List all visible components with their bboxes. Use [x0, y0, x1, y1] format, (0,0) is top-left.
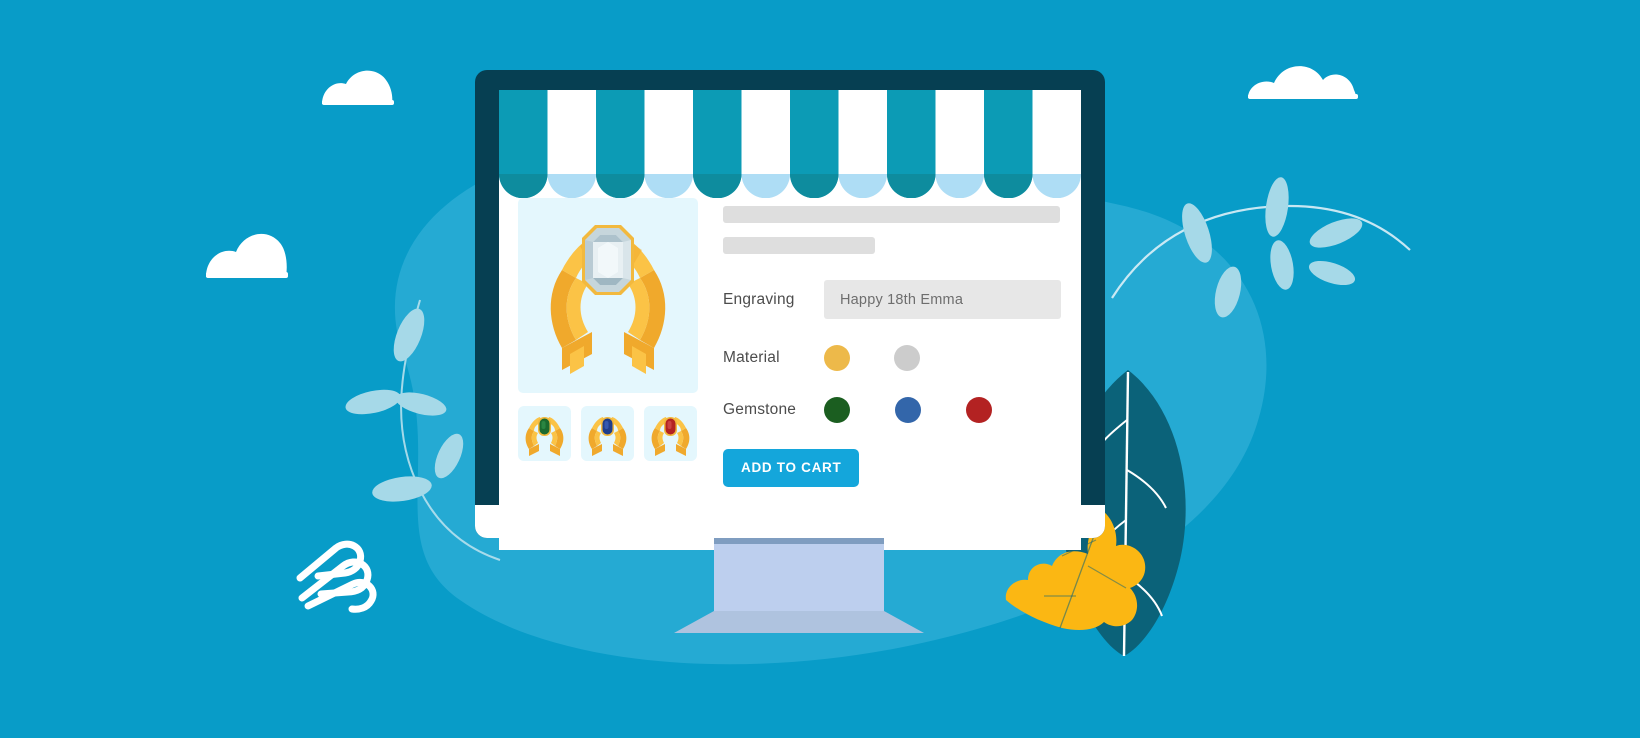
- material-swatches: [824, 345, 920, 371]
- option-row-gemstone: Gemstone: [723, 397, 1063, 423]
- engraving-label: Engraving: [723, 290, 795, 308]
- option-row-engraving: Engraving Happy 18th Emma: [723, 280, 1063, 319]
- material-swatch-gold[interactable]: [824, 345, 850, 371]
- monitor-chin: [475, 505, 1105, 538]
- gemstone-swatch-ruby[interactable]: [966, 397, 992, 423]
- engraving-input[interactable]: Happy 18th Emma: [824, 280, 1061, 319]
- product-details: Engraving Happy 18th Emma Material Gemst: [723, 198, 1063, 487]
- material-label: Material: [723, 349, 780, 366]
- monitor-screen: Engraving Happy 18th Emma Material Gemst: [499, 90, 1081, 550]
- gemstone-swatch-sapphire[interactable]: [895, 397, 921, 423]
- monitor-frame: Engraving Happy 18th Emma Material Gemst: [475, 70, 1105, 550]
- ring-diamond-illustration: [550, 225, 666, 374]
- hero-product-image[interactable]: [518, 198, 698, 393]
- product-title-placeholder: [723, 206, 1060, 223]
- product-price-placeholder: [723, 237, 875, 254]
- material-swatch-silver[interactable]: [894, 345, 920, 371]
- gemstone-swatch-emerald[interactable]: [824, 397, 850, 423]
- monitor-stand-neck: [714, 538, 884, 618]
- thumbnail-strip: [518, 406, 698, 461]
- ring-ruby-icon: [651, 417, 690, 456]
- add-to-cart-button[interactable]: ADD TO CART: [723, 449, 860, 487]
- storefront-awning: [499, 90, 1081, 198]
- thumbnail-sapphire[interactable]: [581, 406, 634, 461]
- ring-emerald-icon: [525, 417, 564, 456]
- ring-sapphire-icon: [588, 417, 627, 456]
- thumbnail-emerald[interactable]: [518, 406, 571, 461]
- gemstone-swatches: [824, 397, 992, 423]
- option-row-material: Material: [723, 345, 1063, 371]
- thumbnail-ruby[interactable]: [644, 406, 697, 461]
- monitor-stand-base: [674, 611, 924, 633]
- monitor-stand-neck-top: [714, 538, 884, 544]
- product-page: Engraving Happy 18th Emma Material Gemst: [499, 198, 1081, 550]
- illustration-scene: Engraving Happy 18th Emma Material Gemst: [0, 0, 1640, 738]
- gemstone-label: Gemstone: [723, 401, 797, 418]
- product-gallery: [518, 198, 698, 461]
